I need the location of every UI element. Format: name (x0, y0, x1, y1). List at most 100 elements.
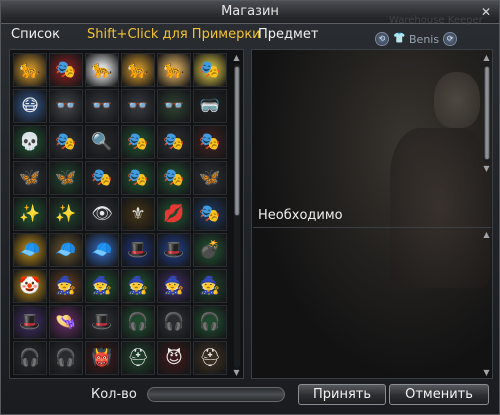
item-slot[interactable]: 🧢 (13, 233, 47, 267)
witch-hat-brown-icon: 🧙 (55, 275, 77, 296)
jester-hat-icon: 🤡 (19, 275, 41, 296)
item-slot[interactable]: 🎭 (193, 53, 227, 87)
item-slot[interactable]: 🎭 (49, 53, 83, 87)
item-slot[interactable]: 🧙 (49, 269, 83, 303)
red-feather-mask-icon: 🦋 (55, 167, 77, 188)
item-slot[interactable]: 👓 (157, 89, 191, 123)
item-header: Предмет (258, 27, 319, 42)
silver-ornate-mask-icon: 🎭 (163, 167, 185, 188)
item-slot[interactable]: 🧢 (49, 233, 83, 267)
item-slot[interactable]: ⛑ (121, 341, 155, 375)
item-slot[interactable]: 🎧 (13, 341, 47, 375)
headphones-icon: 🎧 (163, 311, 185, 332)
item-slot[interactable]: 🎭 (157, 161, 191, 195)
monocle-icon: 🔍 (91, 131, 113, 152)
item-slot[interactable]: 🥽 (193, 89, 227, 123)
item-slot[interactable]: 🐆 (13, 53, 47, 87)
item-slot[interactable]: 🎩 (157, 233, 191, 267)
needed-scroll-down-icon[interactable]: ▼ (482, 368, 491, 377)
teal-eye-mask-icon: 🎭 (55, 59, 77, 80)
item-slot[interactable]: 👓 (121, 89, 155, 123)
item-slot[interactable]: 🎭 (121, 161, 155, 195)
item-slot[interactable]: 👹 (85, 341, 119, 375)
quantity-input[interactable] (147, 387, 285, 402)
item-slot[interactable]: 🎭 (193, 197, 227, 231)
item-slot[interactable]: 🦋 (13, 161, 47, 195)
item-slot[interactable]: 🤡 (13, 269, 47, 303)
item-slot[interactable]: 🎩 (121, 233, 155, 267)
item-slot[interactable]: 👒 (49, 305, 83, 339)
item-slot[interactable]: 🦋 (49, 161, 83, 195)
preview-scrollbar-thumb[interactable] (484, 66, 490, 160)
accept-button[interactable]: Принять (298, 384, 386, 405)
item-slot[interactable]: 🐆 (121, 53, 155, 87)
item-slot[interactable]: 🧢 (85, 233, 119, 267)
needed-divider (253, 227, 491, 228)
cancel-button[interactable]: Отменить (389, 384, 489, 405)
flower-hat-icon: 👒 (55, 311, 77, 332)
gold-ornament-icon: ⚜ (130, 203, 146, 224)
item-slot[interactable]: 👁 (85, 197, 119, 231)
item-grid-panel: 🐆 🎭 🐆 🐆 🐆 🎭 😷 👓 👓 👓 👓 🥽 💀 🎭 🔍 🎭 🎭 🎭 🦋 🦋 🎭 🎭 🎭 🦋 ✨ ✨ 👁 ⚜ 💋 🎭 🧢 🧢 🧢 🎩 🎩 💣 🤡 🧙 🧙 🧙… (9, 49, 244, 379)
grid-scrollbar-thumb[interactable] (234, 66, 240, 216)
item-slot[interactable]: 👓 (49, 89, 83, 123)
item-slot[interactable]: 🧙 (193, 269, 227, 303)
white-eye-mask-icon: 🎭 (127, 131, 149, 152)
item-slot[interactable]: 🎧 (49, 341, 83, 375)
white-eye-mask-icon: 🎭 (55, 131, 77, 152)
player-tag: ⟲ 👕 Benis ⟳ (375, 31, 458, 47)
item-slot[interactable]: ✨ (13, 197, 47, 231)
item-slot[interactable]: 👓 (85, 89, 119, 123)
item-slot[interactable]: 💣 (193, 233, 227, 267)
item-slot[interactable]: 💀 (13, 125, 47, 159)
item-slot[interactable]: 🔍 (85, 125, 119, 159)
item-slot[interactable]: 😈 (157, 341, 191, 375)
preview-scroll-up-icon[interactable]: ▲ (482, 53, 491, 62)
white-eye-mask-icon: 🎭 (163, 131, 185, 152)
item-slot[interactable]: ✨ (49, 197, 83, 231)
grid-scroll-up-icon[interactable]: ▲ (232, 53, 241, 62)
npc-name-ghost: Warehouse Keeper (389, 15, 483, 26)
item-slot[interactable]: 🐆 (157, 53, 191, 87)
fur-hat-icon: 🎩 (91, 311, 113, 332)
bronze-helm-icon: ⛑ (199, 347, 221, 368)
dark-helm-icon: ⛑ (127, 347, 149, 368)
item-slot[interactable]: 🎭 (49, 125, 83, 159)
item-slot[interactable]: 🧙 (85, 269, 119, 303)
purple-hat-icon: 🎩 (19, 311, 41, 332)
needed-label: Необходимо (258, 208, 343, 223)
item-slot[interactable]: 😷 (13, 89, 47, 123)
item-slot[interactable]: 🐆 (85, 53, 119, 87)
item-slot[interactable]: 🎭 (157, 125, 191, 159)
needed-scroll-up-icon[interactable]: ▲ (482, 230, 491, 239)
checkered-top-hat-icon: 🎩 (163, 239, 185, 260)
teal-eye-mask-icon: 🎭 (199, 59, 221, 80)
item-slot[interactable]: 🎭 (121, 125, 155, 159)
item-slot[interactable]: ⛑ (193, 341, 227, 375)
item-slot[interactable]: 🎩 (13, 305, 47, 339)
item-slot[interactable]: 💋 (157, 197, 191, 231)
headphones-icon: 🎧 (55, 347, 77, 368)
blue-glasses-icon: 👓 (91, 95, 113, 116)
headphones-icon: 🎧 (19, 347, 41, 368)
item-slot[interactable]: 🧙 (121, 269, 155, 303)
item-slot[interactable]: 🎩 (85, 305, 119, 339)
item-slot[interactable]: 🎧 (157, 305, 191, 339)
item-slot[interactable]: ⚜ (121, 197, 155, 231)
shop-window: Магазин ✕ Список Shift+Click для Примерк… (0, 0, 500, 415)
item-slot[interactable]: 🎭 (85, 161, 119, 195)
skull-face-icon: 💀 (19, 131, 41, 152)
try-on-hint: Shift+Click для Примерки (87, 27, 261, 42)
rotate-left-icon[interactable]: ⟲ (375, 32, 389, 46)
rotate-right-icon[interactable]: ⟳ (443, 32, 458, 46)
leopard-mask-icon: 🐆 (163, 59, 185, 80)
shirt-icon: 👕 (393, 33, 406, 44)
item-slot[interactable]: 🎧 (121, 305, 155, 339)
item-slot[interactable]: 🦋 (193, 161, 227, 195)
item-slot[interactable]: 🎧 (193, 305, 227, 339)
item-slot[interactable]: 🎭 (193, 125, 227, 159)
item-slot[interactable]: 🧙 (157, 269, 191, 303)
dark-goggles-icon: 🥽 (199, 95, 221, 116)
grid-scroll-down-icon[interactable]: ▼ (232, 368, 241, 377)
preview-scroll-down-icon[interactable]: ▼ (482, 164, 491, 173)
